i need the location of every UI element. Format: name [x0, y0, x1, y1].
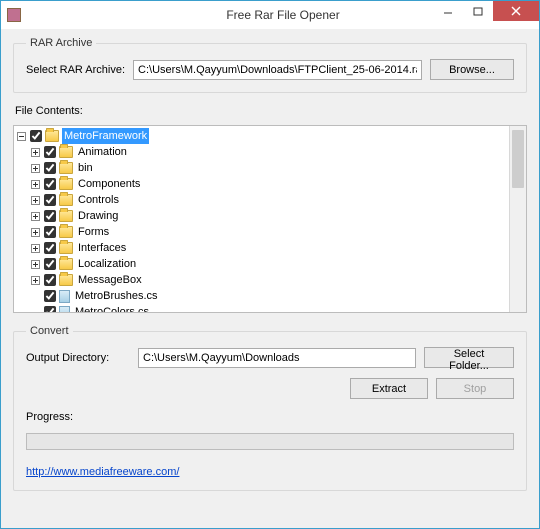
tree-checkbox[interactable] [44, 210, 56, 222]
folder-icon [59, 274, 73, 286]
close-icon [511, 6, 521, 16]
titlebar: Free Rar File Opener [1, 1, 539, 29]
maximize-icon [473, 6, 483, 16]
website-link[interactable]: http://www.mediafreeware.com/ [26, 466, 514, 478]
minimize-icon [443, 6, 453, 16]
expand-icon[interactable] [30, 275, 41, 286]
expand-icon[interactable] [30, 211, 41, 222]
folder-icon [59, 178, 73, 190]
tree-checkbox[interactable] [44, 178, 56, 190]
tree-node[interactable]: Localization [16, 256, 509, 272]
tree-body[interactable]: MetroFramework AnimationbinComponentsCon… [14, 126, 509, 312]
app-window: Free Rar File Opener RAR Archive Select … [0, 0, 540, 529]
tree-scrollbar[interactable] [509, 126, 526, 312]
tree-checkbox[interactable] [30, 130, 42, 142]
app-icon [7, 8, 21, 22]
folder-icon [59, 242, 73, 254]
window-controls [433, 1, 539, 21]
client-area: RAR Archive Select RAR Archive: Browse..… [1, 29, 539, 528]
browse-button[interactable]: Browse... [430, 59, 514, 80]
convert-group: Convert Output Directory: Select Folder.… [13, 325, 527, 491]
scroll-thumb[interactable] [512, 130, 524, 188]
tree-checkbox[interactable] [44, 274, 56, 286]
maximize-button[interactable] [463, 1, 493, 21]
tree-checkbox[interactable] [44, 242, 56, 254]
progress-bar [26, 433, 514, 450]
tree-node-label[interactable]: MetroBrushes.cs [73, 288, 160, 304]
tree-node[interactable]: Drawing [16, 208, 509, 224]
tree-checkbox[interactable] [44, 290, 56, 302]
tree-checkbox[interactable] [44, 146, 56, 158]
select-archive-label: Select RAR Archive: [26, 64, 125, 76]
tree-node[interactable]: Components [16, 176, 509, 192]
tree-node-label[interactable]: bin [76, 160, 95, 176]
folder-icon [59, 210, 73, 222]
tree-node-label[interactable]: Components [76, 176, 142, 192]
folder-icon [59, 194, 73, 206]
file-icon [59, 306, 70, 313]
tree-node-label[interactable]: Controls [76, 192, 121, 208]
stop-button[interactable]: Stop [436, 378, 514, 399]
folder-icon [59, 162, 73, 174]
tree-node[interactable]: Controls [16, 192, 509, 208]
folder-icon [59, 226, 73, 238]
folder-icon [59, 258, 73, 270]
archive-path-input[interactable] [133, 60, 422, 80]
tree-node-label[interactable]: MetroFramework [62, 128, 149, 144]
expand-icon[interactable] [30, 147, 41, 158]
collapse-icon[interactable] [16, 131, 27, 142]
convert-legend: Convert [26, 325, 73, 337]
progress-label: Progress: [26, 411, 514, 423]
file-contents-label: File Contents: [15, 105, 527, 117]
tree-checkbox[interactable] [44, 226, 56, 238]
select-folder-button[interactable]: Select Folder... [424, 347, 514, 368]
tree-node-label[interactable]: Drawing [76, 208, 120, 224]
tree-node-label[interactable]: MessageBox [76, 272, 144, 288]
tree-node[interactable]: MetroBrushes.cs [16, 288, 509, 304]
extract-button[interactable]: Extract [350, 378, 428, 399]
file-icon [59, 290, 70, 303]
tree-node[interactable]: MessageBox [16, 272, 509, 288]
rar-archive-legend: RAR Archive [26, 37, 96, 49]
tree-node-label[interactable]: Forms [76, 224, 111, 240]
expand-icon[interactable] [30, 163, 41, 174]
tree-checkbox[interactable] [44, 306, 56, 312]
output-dir-label: Output Directory: [26, 352, 130, 364]
expand-icon[interactable] [30, 195, 41, 206]
tree-checkbox[interactable] [44, 194, 56, 206]
tree-node-root[interactable]: MetroFramework [16, 128, 509, 144]
folder-icon [45, 130, 59, 142]
tree-node[interactable]: Animation [16, 144, 509, 160]
tree-node[interactable]: Forms [16, 224, 509, 240]
expand-icon[interactable] [30, 227, 41, 238]
minimize-button[interactable] [433, 1, 463, 21]
folder-icon [59, 146, 73, 158]
expand-icon[interactable] [30, 179, 41, 190]
tree-checkbox[interactable] [44, 258, 56, 270]
expand-icon[interactable] [30, 243, 41, 254]
tree-node-label[interactable]: MetroColors.cs [73, 304, 151, 312]
tree-checkbox[interactable] [44, 162, 56, 174]
expand-icon[interactable] [30, 259, 41, 270]
close-button[interactable] [493, 1, 539, 21]
tree-node[interactable]: Interfaces [16, 240, 509, 256]
tree-node[interactable]: bin [16, 160, 509, 176]
tree-node[interactable]: MetroColors.cs [16, 304, 509, 312]
tree-node-label[interactable]: Localization [76, 256, 138, 272]
rar-archive-group: RAR Archive Select RAR Archive: Browse..… [13, 37, 527, 93]
output-dir-input[interactable] [138, 348, 416, 368]
tree-node-label[interactable]: Animation [76, 144, 129, 160]
tree-node-label[interactable]: Interfaces [76, 240, 128, 256]
file-tree: MetroFramework AnimationbinComponentsCon… [13, 125, 527, 313]
